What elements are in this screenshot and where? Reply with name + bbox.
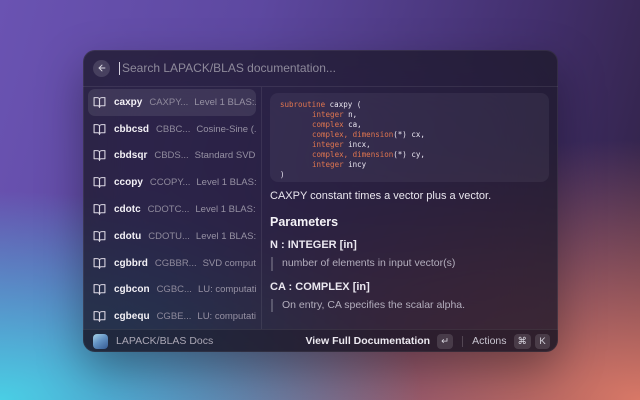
routine-subtitle: CGBBR... — [155, 258, 197, 269]
routine-subtitle: CGBE... — [157, 311, 192, 322]
book-open-icon — [93, 203, 106, 216]
routine-name: cgbbrd — [114, 258, 148, 269]
book-open-icon — [93, 230, 106, 243]
parameter-block: CA : COMPLEX [in] On entry, CA specifies… — [270, 281, 549, 313]
code-line: complex, dimension(*) cy, — [280, 150, 539, 160]
search-bar — [83, 50, 558, 87]
code-line: integer n, — [280, 110, 539, 120]
routine-category: LU: computati... — [192, 284, 256, 295]
routine-name: caxpy — [114, 97, 142, 108]
routine-name: cgbcon — [114, 284, 150, 295]
app-identity: LAPACK/BLAS Docs — [93, 334, 213, 349]
routine-description: CAXPY constant times a vector plus a vec… — [270, 190, 549, 202]
parameter-description: number of elements in input vector(s) — [271, 257, 549, 271]
routine-category: Level 1 BLAS:... — [190, 231, 256, 242]
parameter-name: N : INTEGER [in] — [270, 239, 549, 251]
back-button[interactable] — [93, 60, 110, 77]
routine-name: cbdsqr — [114, 150, 147, 161]
routine-name: ccopy — [114, 177, 143, 188]
routine-name: cbbcsd — [114, 124, 149, 135]
routine-subtitle: CDOTC... — [148, 204, 190, 215]
content-area: caxpy CAXPY... Level 1 BLAS:... cbbcsd C… — [83, 87, 558, 329]
view-full-documentation-button[interactable]: View Full Documentation — [305, 335, 430, 347]
desktop-background: caxpy CAXPY... Level 1 BLAS:... cbbcsd C… — [0, 0, 640, 400]
book-open-icon — [93, 283, 106, 296]
k-key-hint: K — [535, 334, 550, 349]
parameter-block: N : INTEGER [in] number of elements in i… — [270, 239, 549, 271]
enter-key-hint: ↵ — [437, 334, 453, 349]
result-row[interactable]: cgbcon CGBC... LU: computati... — [88, 277, 256, 304]
routine-subtitle: CDOTU... — [148, 231, 190, 242]
code-line: complex, dimension(*) cx, — [280, 130, 539, 140]
book-open-icon — [93, 176, 106, 189]
app-name: LAPACK/BLAS Docs — [116, 335, 213, 347]
code-line: subroutine caxpy ( — [280, 100, 539, 110]
routine-name: cdotu — [114, 231, 141, 242]
routine-subtitle: CAXPY... — [149, 97, 188, 108]
result-row[interactable]: caxpy CAXPY... Level 1 BLAS:... — [88, 89, 256, 116]
parameter-name: CA : COMPLEX [in] — [270, 281, 549, 293]
docs-search-window: caxpy CAXPY... Level 1 BLAS:... cbbcsd C… — [83, 50, 558, 352]
result-row[interactable]: cdotc CDOTC... Level 1 BLAS:... — [88, 196, 256, 223]
result-row[interactable]: ccopy CCOPY... Level 1 BLAS:... — [88, 169, 256, 196]
routine-category: Level 1 BLAS:... — [189, 204, 256, 215]
book-open-icon — [93, 96, 106, 109]
routine-category: Level 1 BLAS:... — [190, 177, 256, 188]
book-open-icon — [93, 149, 106, 162]
footer-bar: LAPACK/BLAS Docs View Full Documentation… — [83, 329, 558, 352]
routine-name: cgbequ — [114, 311, 150, 322]
code-line: integer incy — [280, 160, 539, 170]
result-row[interactable]: cdotu CDOTU... Level 1 BLAS:... — [88, 223, 256, 250]
parameter-description: On entry, CA specifies the scalar alpha. — [271, 299, 549, 313]
routine-category: Level 1 BLAS:... — [188, 97, 256, 108]
book-open-icon — [93, 123, 106, 136]
routine-category: Cosine-Sine (... — [190, 124, 256, 135]
routine-category: SVD computa... — [197, 258, 256, 269]
parameters-section: N : INTEGER [in] number of elements in i… — [270, 239, 549, 312]
routine-subtitle: CBDS... — [154, 150, 188, 161]
code-line: integer incx, — [280, 140, 539, 150]
result-row[interactable]: cgbbrd CGBBR... SVD computa... — [88, 250, 256, 277]
code-line: complex ca, — [280, 120, 539, 130]
results-list: caxpy CAXPY... Level 1 BLAS:... cbbcsd C… — [83, 87, 262, 329]
footer-divider — [462, 336, 463, 347]
code-line: ) — [280, 170, 539, 180]
text-caret — [119, 62, 120, 75]
result-row[interactable]: cgbequ CGBE... LU: computati... — [88, 303, 256, 329]
app-icon — [93, 334, 108, 349]
detail-pane: subroutine caxpy (integer n,complex ca,c… — [262, 87, 558, 329]
routine-subtitle: CCOPY... — [150, 177, 190, 188]
actions-button[interactable]: Actions — [472, 335, 506, 347]
search-input[interactable] — [122, 61, 548, 75]
result-row[interactable]: cbdsqr CBDS... Standard SVD... — [88, 143, 256, 170]
routine-category: Standard SVD... — [189, 150, 256, 161]
book-open-icon — [93, 310, 106, 323]
routine-subtitle: CBBC... — [156, 124, 190, 135]
routine-category: LU: computati... — [191, 311, 256, 322]
command-key-hint: ⌘ — [514, 334, 532, 349]
code-block: subroutine caxpy (integer n,complex ca,c… — [270, 93, 549, 182]
routine-name: cdotc — [114, 204, 141, 215]
shortcut-keys: ⌘ K — [514, 334, 551, 349]
footer-actions: View Full Documentation ↵ Actions ⌘ K — [305, 334, 550, 349]
arrow-left-icon — [97, 63, 107, 73]
book-open-icon — [93, 257, 106, 270]
result-row[interactable]: cbbcsd CBBC... Cosine-Sine (... — [88, 116, 256, 143]
parameters-heading: Parameters — [270, 215, 549, 229]
routine-subtitle: CGBC... — [157, 284, 192, 295]
